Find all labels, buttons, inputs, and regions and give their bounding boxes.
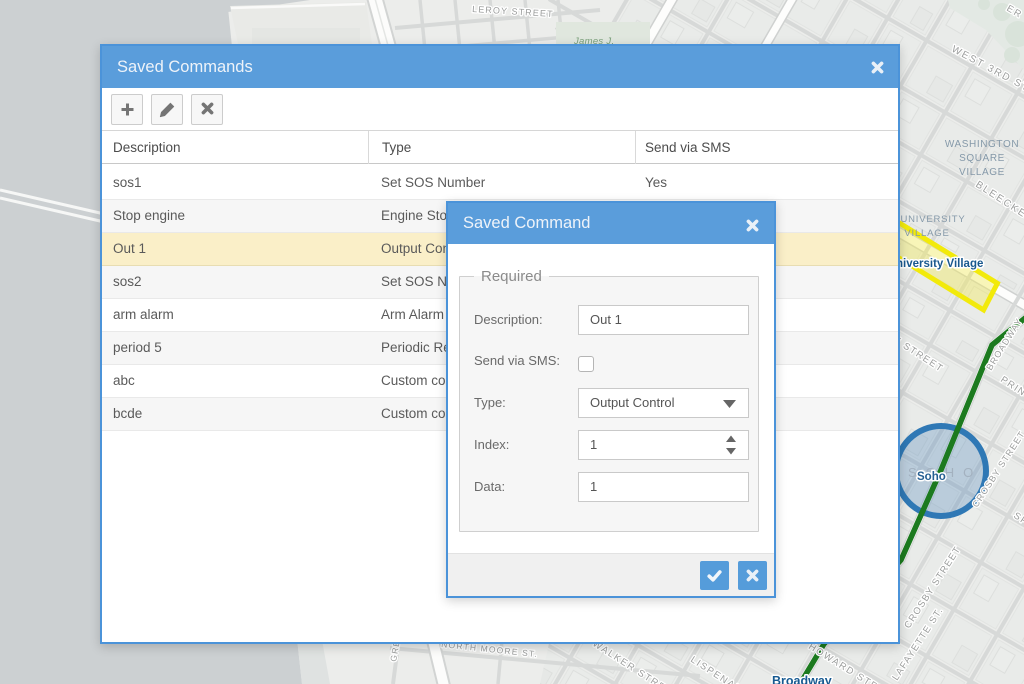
svg-text:VILLAGE: VILLAGE [959,167,1005,178]
svg-text:niversity Village: niversity Village [896,258,983,270]
svg-text:SQUARE: SQUARE [959,153,1005,164]
svg-text:VILLAGE: VILLAGE [904,228,949,239]
svg-text:Broadway: Broadway [772,674,832,684]
svg-text:Soho: Soho [917,471,946,483]
svg-text:WASHINGTON: WASHINGTON [945,139,1019,150]
svg-text:UNIVERSITY: UNIVERSITY [900,214,965,225]
